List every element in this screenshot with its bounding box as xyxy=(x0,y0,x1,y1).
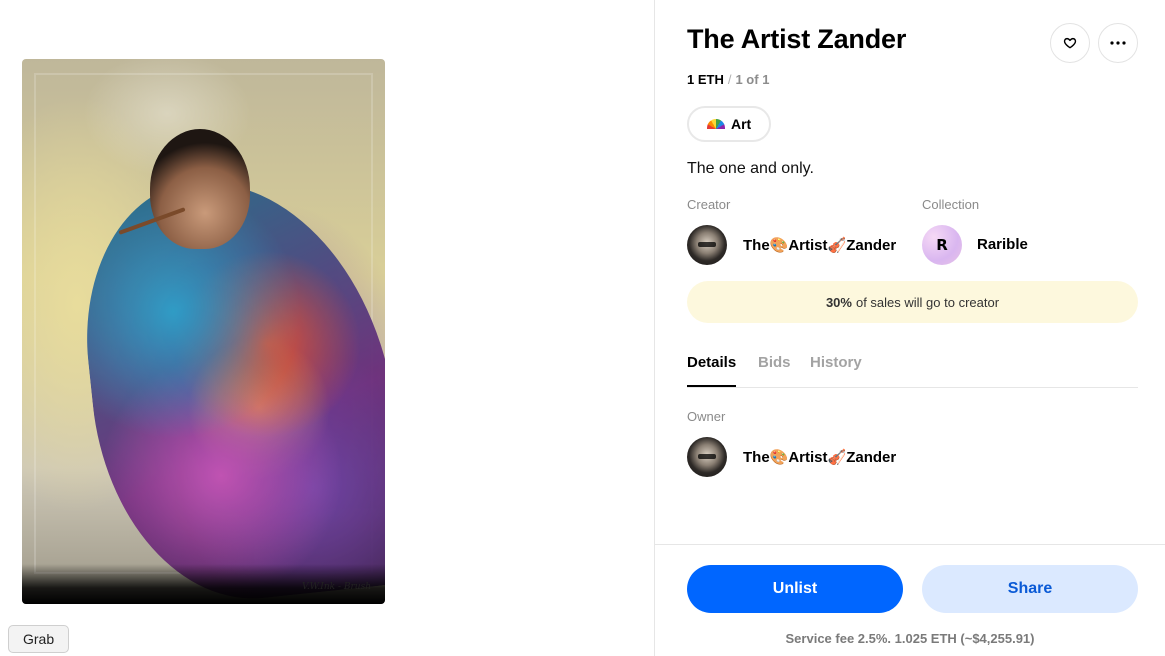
price-value: 1 ETH xyxy=(687,72,724,87)
artwork-image[interactable]: V.W.Ink - Brush xyxy=(22,59,385,604)
artwork-signature: V.W.Ink - Brush xyxy=(301,582,371,592)
item-description: The one and only. xyxy=(687,160,814,177)
heart-icon xyxy=(1063,37,1077,49)
collection-name-link[interactable]: Rarible xyxy=(977,236,1028,253)
more-icon xyxy=(1110,41,1126,45)
item-title: The Artist Zander xyxy=(687,24,907,54)
price-line: 1 ETH/1 of 1 xyxy=(687,72,769,87)
rainbow-icon xyxy=(707,119,725,129)
details-tabs: Details Bids History xyxy=(687,340,1138,388)
creator-avatar[interactable] xyxy=(687,225,727,265)
artwork-pane: V.W.Ink - Brush Grab xyxy=(0,0,654,656)
grab-tooltip: Grab xyxy=(8,625,70,653)
royalty-notice: 30% of sales will go to creator xyxy=(687,281,1138,323)
royalty-text: of sales will go to creator xyxy=(855,294,1000,310)
action-footer: Unlist Share Service fee 2.5%. 1.025 ETH… xyxy=(655,544,1165,656)
price-separator: / xyxy=(727,72,732,87)
edition-count: 1 of 1 xyxy=(735,72,770,87)
tab-details[interactable]: Details xyxy=(687,354,737,387)
collection-label: Collection xyxy=(922,197,980,212)
more-options-button[interactable] xyxy=(1098,23,1138,63)
details-pane: The Artist Zander 1 ETH/1 of 1 Art The o… xyxy=(655,0,1165,656)
owner-name-link[interactable]: The🎨Artist🎻Zander xyxy=(743,448,896,466)
owner-avatar[interactable] xyxy=(687,437,727,477)
creator-name-link[interactable]: The🎨Artist🎻Zander xyxy=(743,236,896,254)
unlist-button[interactable]: Unlist xyxy=(687,565,903,613)
owner-label: Owner xyxy=(687,409,726,424)
royalty-percent: 30% xyxy=(825,294,852,310)
tab-history[interactable]: History xyxy=(810,354,862,385)
category-tag-art[interactable]: Art xyxy=(687,106,772,142)
creator-label: Creator xyxy=(687,197,731,212)
artwork-head xyxy=(150,129,250,249)
favorite-button[interactable] xyxy=(1050,23,1090,63)
collection-logo[interactable]: R xyxy=(922,225,962,265)
service-fee-text: Service fee 2.5%. 1.025 ETH (~$4,255.91) xyxy=(785,631,1035,646)
share-button[interactable]: Share xyxy=(922,565,1138,613)
category-tag-label: Art xyxy=(731,116,752,132)
tab-bids[interactable]: Bids xyxy=(758,354,791,385)
